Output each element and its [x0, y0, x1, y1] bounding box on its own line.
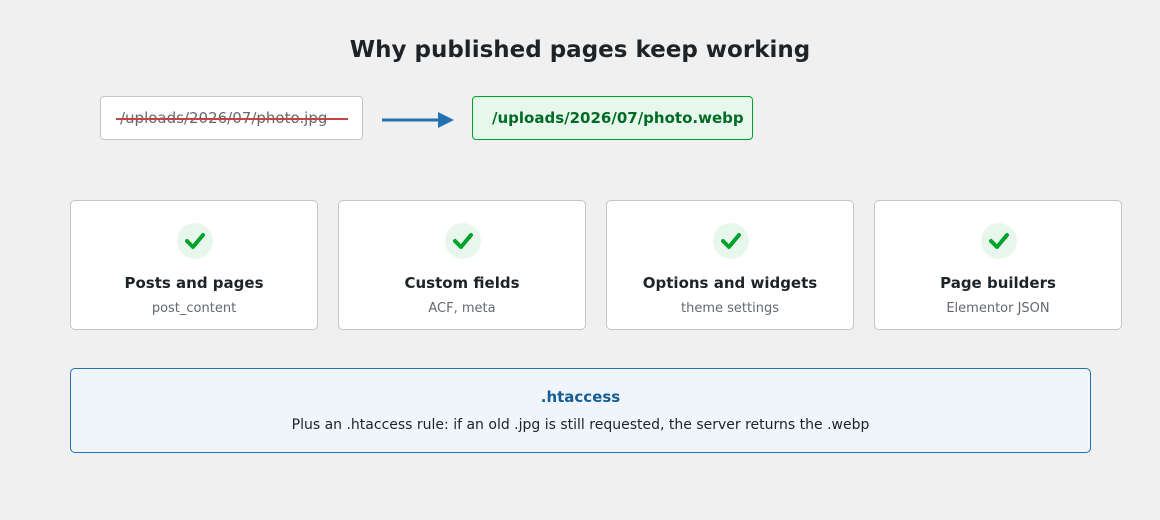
card-options-and-widgets: Options and widgets theme settings	[606, 200, 854, 330]
strikethrough-line	[116, 118, 348, 120]
new-path-box: /uploads/2026/07/photo.webp	[472, 96, 753, 140]
card-title: Custom fields	[404, 274, 520, 292]
checkmark-icon	[713, 223, 749, 259]
card-subtitle: post_content	[151, 301, 237, 316]
card-title: Posts and pages	[124, 274, 264, 292]
card-posts-and-pages: Posts and pages post_content	[70, 200, 318, 330]
card-title: Page builders	[940, 274, 1056, 292]
new-path-text: /uploads/2026/07/photo.webp	[492, 109, 744, 127]
htaccess-note: .htaccess Plus an .htaccess rule: if an …	[70, 368, 1091, 453]
page-title: Why published pages keep working	[349, 37, 811, 63]
checkmark-icon	[177, 223, 213, 259]
card-subtitle: Elementor JSON	[946, 301, 1050, 316]
card-custom-fields: Custom fields ACF, meta	[338, 200, 586, 330]
card-subtitle: ACF, meta	[428, 301, 496, 316]
checkmark-icon	[981, 223, 1017, 259]
checkmark-icon	[445, 223, 481, 259]
htaccess-description: Plus an .htaccess rule: if an old .jpg i…	[291, 417, 870, 433]
old-path-box: /uploads/2026/07/photo.jpg	[100, 96, 363, 140]
htaccess-title: .htaccess	[540, 388, 621, 406]
card-page-builders: Page builders Elementor JSON	[874, 200, 1122, 330]
card-subtitle: theme settings	[681, 301, 779, 316]
arrow-right-icon	[382, 112, 454, 128]
card-title: Options and widgets	[642, 274, 818, 292]
